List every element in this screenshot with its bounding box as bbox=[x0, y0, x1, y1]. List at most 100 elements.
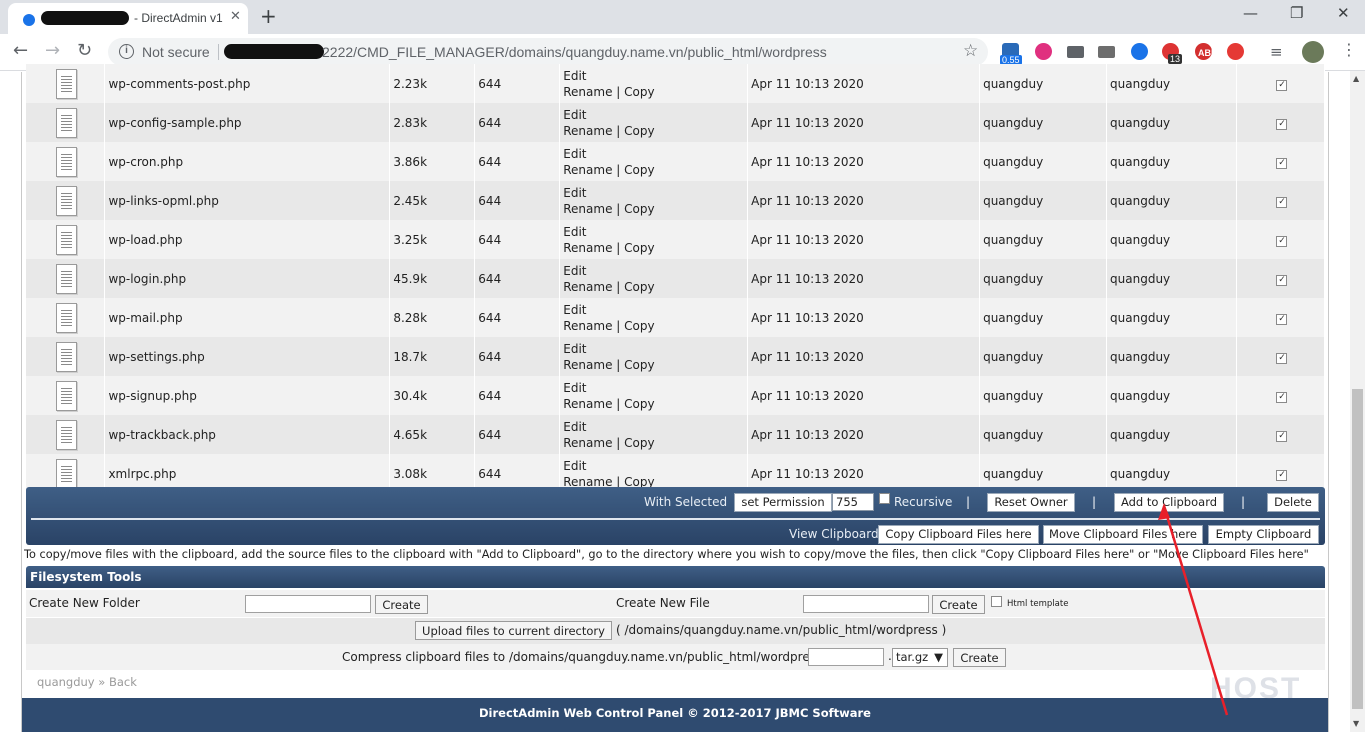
file-icon[interactable] bbox=[56, 146, 78, 177]
create-file-button[interactable]: Create bbox=[932, 595, 985, 614]
copy-link[interactable]: Copy bbox=[624, 85, 654, 99]
file-icon[interactable] bbox=[56, 185, 78, 216]
file-icon[interactable] bbox=[56, 458, 78, 489]
file-icon[interactable] bbox=[56, 302, 78, 333]
compress-create-button[interactable]: Create bbox=[953, 648, 1006, 667]
edit-link[interactable]: Edit bbox=[563, 303, 586, 317]
file-name[interactable]: wp-trackback.php bbox=[104, 415, 391, 454]
close-window-icon[interactable]: ✕ bbox=[1337, 4, 1350, 22]
edit-link[interactable]: Edit bbox=[563, 186, 586, 200]
file-permission[interactable]: 644 bbox=[474, 181, 561, 220]
file-permission[interactable]: 644 bbox=[474, 298, 561, 337]
select-checkbox[interactable]: ✓ bbox=[1276, 158, 1288, 169]
compress-filename-input[interactable] bbox=[808, 648, 884, 666]
select-checkbox[interactable]: ✓ bbox=[1276, 275, 1288, 286]
extension-blue-dot-icon[interactable] bbox=[1131, 43, 1148, 60]
minimize-icon[interactable]: — bbox=[1243, 4, 1258, 22]
file-name[interactable]: wp-links-opml.php bbox=[104, 181, 391, 220]
file-permission[interactable]: 644 bbox=[474, 142, 561, 181]
back-link[interactable]: Back bbox=[109, 675, 137, 689]
url-text[interactable]: 2222/CMD_FILE_MANAGER/domains/quangduy.n… bbox=[322, 44, 827, 60]
edit-link[interactable]: Edit bbox=[563, 108, 586, 122]
file-name[interactable]: wp-mail.php bbox=[104, 298, 391, 337]
rename-link[interactable]: Rename bbox=[563, 358, 612, 372]
file-name[interactable]: wp-cron.php bbox=[104, 142, 391, 181]
edit-link[interactable]: Edit bbox=[563, 69, 586, 83]
file-name[interactable]: wp-comments-post.php bbox=[104, 64, 391, 103]
new-file-input[interactable] bbox=[803, 595, 929, 613]
extension-target-icon[interactable] bbox=[1035, 43, 1052, 60]
file-name[interactable]: wp-login.php bbox=[104, 259, 391, 298]
edit-link[interactable]: Edit bbox=[563, 342, 586, 356]
rename-link[interactable]: Rename bbox=[563, 280, 612, 294]
select-checkbox[interactable]: ✓ bbox=[1276, 314, 1288, 325]
file-permission[interactable]: 644 bbox=[474, 220, 561, 259]
rename-link[interactable]: Rename bbox=[563, 124, 612, 138]
select-checkbox[interactable]: ✓ bbox=[1276, 236, 1288, 247]
file-icon[interactable] bbox=[56, 68, 78, 99]
playlist-icon[interactable]: ≡ bbox=[1270, 43, 1283, 61]
file-icon[interactable] bbox=[56, 224, 78, 255]
bookmark-star-icon[interactable]: ☆ bbox=[963, 41, 978, 61]
copy-link[interactable]: Copy bbox=[624, 358, 654, 372]
extension-card-icon[interactable] bbox=[1098, 46, 1115, 58]
html-template-checkbox[interactable]: ✓ bbox=[991, 596, 1002, 607]
mail-icon[interactable] bbox=[1067, 46, 1084, 58]
file-name[interactable]: wp-load.php bbox=[104, 220, 391, 259]
copy-link[interactable]: Copy bbox=[624, 436, 654, 450]
edit-link[interactable]: Edit bbox=[563, 459, 586, 473]
copy-link[interactable]: Copy bbox=[624, 202, 654, 216]
address-bar[interactable]: i Not secure 2222/CMD_FILE_MANAGER/domai… bbox=[108, 38, 988, 66]
file-icon[interactable] bbox=[56, 263, 78, 294]
rename-link[interactable]: Rename bbox=[563, 163, 612, 177]
file-name[interactable]: wp-config-sample.php bbox=[104, 103, 391, 142]
view-clipboard-link[interactable]: View Clipboard bbox=[789, 527, 879, 541]
select-checkbox[interactable]: ✓ bbox=[1276, 197, 1288, 208]
file-icon[interactable] bbox=[56, 107, 78, 138]
select-checkbox[interactable]: ✓ bbox=[1276, 470, 1288, 481]
file-icon[interactable] bbox=[56, 380, 78, 411]
back-icon[interactable]: ← bbox=[13, 40, 28, 61]
new-folder-input[interactable] bbox=[245, 595, 371, 613]
copy-link[interactable]: Copy bbox=[624, 163, 654, 177]
maximize-icon[interactable]: ❐ bbox=[1290, 4, 1303, 22]
rename-link[interactable]: Rename bbox=[563, 319, 612, 333]
extension-bolt-icon[interactable] bbox=[1227, 43, 1244, 60]
select-checkbox[interactable]: ✓ bbox=[1276, 80, 1288, 91]
edit-link[interactable]: Edit bbox=[563, 420, 586, 434]
file-name[interactable]: wp-settings.php bbox=[104, 337, 391, 376]
file-permission[interactable]: 644 bbox=[474, 376, 561, 415]
forward-icon[interactable]: → bbox=[45, 40, 60, 61]
reload-icon[interactable]: ↻ bbox=[77, 40, 92, 61]
file-permission[interactable]: 644 bbox=[474, 64, 561, 103]
copy-link[interactable]: Copy bbox=[624, 319, 654, 333]
permission-input[interactable]: 755 bbox=[832, 493, 874, 511]
select-checkbox[interactable]: ✓ bbox=[1276, 353, 1288, 364]
file-icon[interactable] bbox=[56, 341, 78, 372]
menu-icon[interactable]: ⋮ bbox=[1341, 40, 1357, 59]
scrollbar-thumb[interactable] bbox=[1352, 389, 1363, 709]
scroll-down-icon[interactable]: ▼ bbox=[1353, 719, 1359, 728]
edit-link[interactable]: Edit bbox=[563, 147, 586, 161]
avatar[interactable] bbox=[1302, 41, 1324, 63]
new-tab-icon[interactable]: + bbox=[260, 4, 277, 28]
file-permission[interactable]: 644 bbox=[474, 337, 561, 376]
scroll-up-icon[interactable]: ▲ bbox=[1353, 74, 1359, 83]
copy-link[interactable]: Copy bbox=[624, 124, 654, 138]
file-permission[interactable]: 644 bbox=[474, 103, 561, 142]
select-checkbox[interactable]: ✓ bbox=[1276, 431, 1288, 442]
rename-link[interactable]: Rename bbox=[563, 202, 612, 216]
file-permission[interactable]: 644 bbox=[474, 415, 561, 454]
edit-link[interactable]: Edit bbox=[563, 381, 586, 395]
upload-files-button[interactable]: Upload files to current directory bbox=[415, 621, 612, 640]
reset-owner-button[interactable]: Reset Owner bbox=[987, 493, 1075, 512]
vertical-scrollbar[interactable]: ▲ ▼ bbox=[1350, 71, 1365, 732]
copy-link[interactable]: Copy bbox=[624, 397, 654, 411]
file-permission[interactable]: 644 bbox=[474, 259, 561, 298]
select-checkbox[interactable]: ✓ bbox=[1276, 119, 1288, 130]
create-folder-button[interactable]: Create bbox=[375, 595, 428, 614]
delete-button[interactable]: Delete bbox=[1267, 493, 1319, 512]
rename-link[interactable]: Rename bbox=[563, 241, 612, 255]
copy-clipboard-files-button[interactable]: Copy Clipboard Files here bbox=[878, 525, 1039, 544]
edit-link[interactable]: Edit bbox=[563, 264, 586, 278]
